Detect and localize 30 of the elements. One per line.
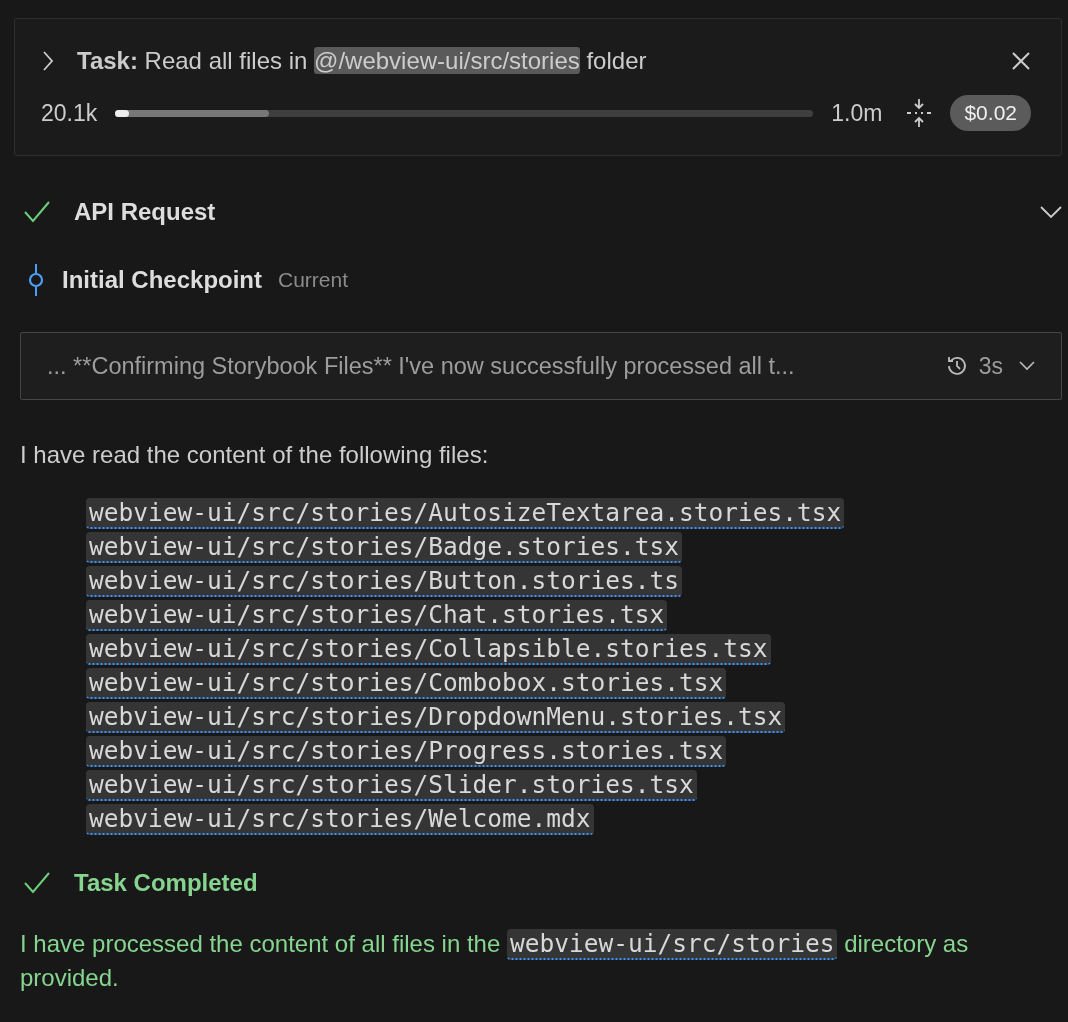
- checkpoint-title: Initial Checkpoint: [62, 266, 262, 294]
- checkpoint-status: Current: [278, 268, 349, 292]
- file-link[interactable]: webview-ui/src/stories/AutosizeTextarea.stories.tsx: [86, 498, 845, 529]
- file-link[interactable]: webview-ui/src/stories/DropdownMenu.stories.tsx: [86, 702, 786, 733]
- cost-badge: $0.02: [950, 95, 1031, 131]
- close-icon[interactable]: [1011, 51, 1031, 71]
- thinking-summary[interactable]: ... **Confirming Storybook Files** I've now successfully processed all t... 3s: [20, 332, 1062, 400]
- completion-text: I have processed the content of all files in the webview-ui/src/stories directory as provided.: [20, 928, 970, 993]
- file-link[interactable]: webview-ui/src/stories/Combobox.stories.tsx: [86, 668, 727, 699]
- context-window-size: 1.0m: [831, 99, 883, 127]
- file-link[interactable]: webview-ui/src/stories/Slider.stories.tsx: [86, 770, 697, 801]
- file-link[interactable]: webview-ui/src/stories/Badge.stories.tsx: [86, 532, 682, 563]
- file-link[interactable]: webview-ui/src/stories/Button.stories.ts: [86, 566, 682, 597]
- chevron-icon[interactable]: [41, 50, 55, 72]
- checkpoint-icon: [26, 264, 46, 296]
- file-link[interactable]: webview-ui/src/stories/Collapsible.stories.tsx: [86, 634, 771, 665]
- folder-mention: @/webview-ui/src/stories: [314, 47, 580, 74]
- task-title: Task: Read all files in @/webview-ui/src/stories folder: [77, 47, 648, 75]
- file-link[interactable]: webview-ui/src/stories/Progress.stories.tsx: [86, 736, 727, 767]
- completion-title: Task Completed: [74, 869, 258, 897]
- intro-text: I have read the content of the following files:: [20, 440, 490, 470]
- condense-icon[interactable]: [906, 98, 933, 128]
- chevron-icon: [1019, 361, 1035, 371]
- file-link[interactable]: webview-ui/src/stories/Chat.stories.tsx: [86, 600, 668, 631]
- file-link[interactable]: webview-ui/src/stories/Welcome.mdx: [86, 804, 594, 835]
- duration: 3s: [978, 352, 1003, 380]
- step-title: API Request: [74, 198, 217, 226]
- folder-link[interactable]: webview-ui/src/stories: [506, 929, 838, 960]
- token-count: 20.1k: [41, 99, 98, 127]
- chevron-icon[interactable]: [1040, 205, 1062, 219]
